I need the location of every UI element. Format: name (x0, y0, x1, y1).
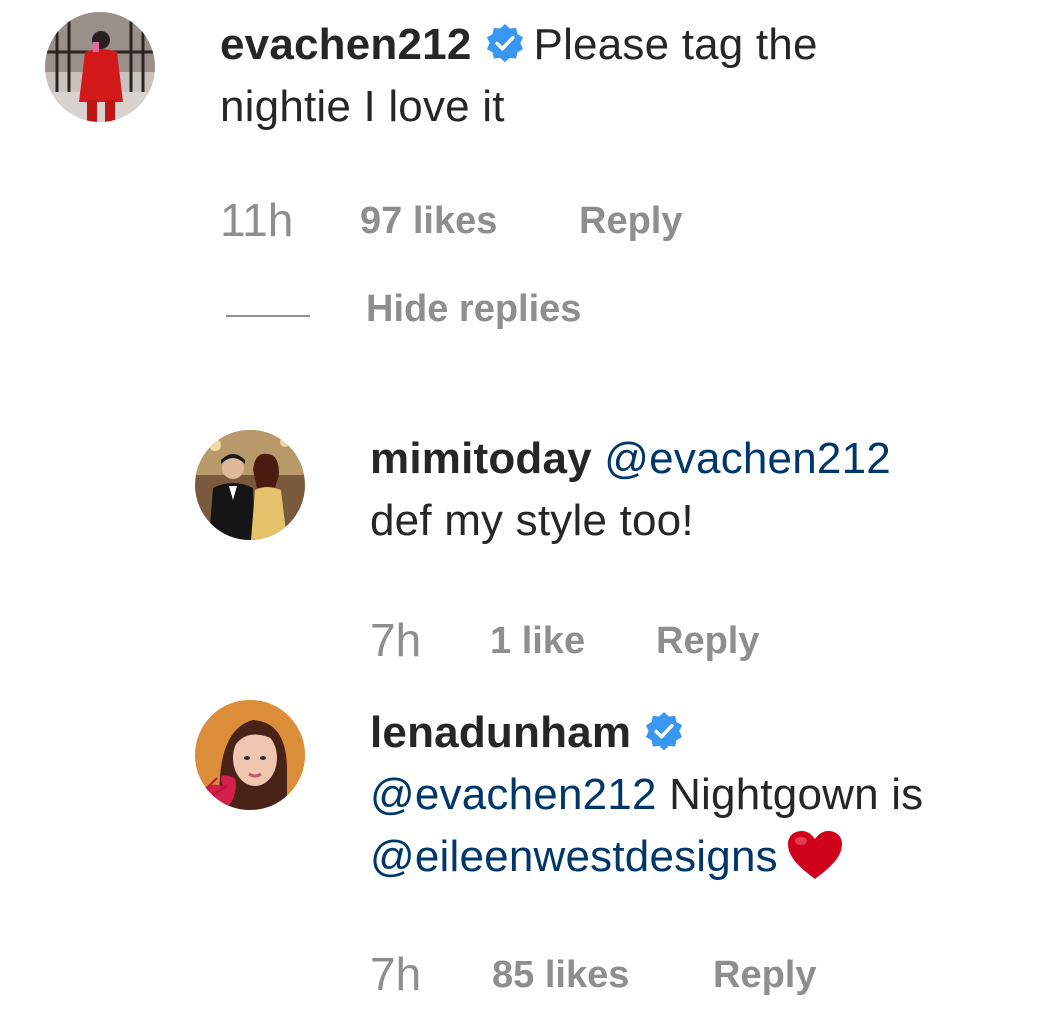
mention-link[interactable]: @evachen212 (604, 434, 891, 483)
reply-time: 7h (370, 614, 422, 666)
reply-time: 7h (370, 948, 422, 1000)
comment-body-line-2: nightie I love it (220, 82, 505, 131)
reply-text: lenadunham @evachen212 Nightgown is @eil… (370, 702, 1030, 888)
likes-count[interactable]: 85 likes (492, 954, 629, 997)
heart-emoji-icon (787, 831, 842, 879)
avatar-image-evachen212 (45, 12, 155, 122)
reply-body: Nightgown is (669, 770, 924, 819)
avatar[interactable] (195, 430, 305, 540)
avatar[interactable] (195, 700, 305, 810)
comment-text: evachen212 Please tag the nightie I love… (220, 14, 1020, 138)
reply-button[interactable]: Reply (713, 954, 816, 997)
reply-button[interactable]: Reply (579, 200, 682, 243)
comment-meta: 11h 97 likes Reply (220, 194, 920, 256)
verified-badge-icon (646, 712, 683, 751)
likes-count[interactable]: 97 likes (360, 200, 497, 243)
reply-meta: 7h 85 likes Reply (370, 948, 970, 1010)
hide-replies-button[interactable]: Hide replies (226, 288, 646, 338)
hide-replies-label: Hide replies (366, 288, 582, 330)
comment-evachen212: evachen212 Please tag the nightie I love… (0, 0, 1042, 260)
comment-time: 11h (220, 194, 294, 246)
username[interactable]: lenadunham (370, 708, 631, 757)
divider-line (226, 315, 310, 317)
reply-mimitoday: mimitoday @evachen212 def my style too! … (0, 420, 1042, 680)
reply-body: def my style too! (370, 496, 694, 545)
mention-link-2[interactable]: @eileenwestdesigns (370, 832, 778, 881)
username[interactable]: mimitoday (370, 434, 592, 483)
reply-lenadunham: lenadunham @evachen212 Nightgown is @eil… (0, 700, 1042, 1016)
avatar-image-lenadunham (195, 700, 305, 810)
mention-link[interactable]: @evachen212 (370, 770, 657, 819)
avatar[interactable] (45, 12, 155, 122)
username[interactable]: evachen212 (220, 20, 472, 69)
avatar-image-mimitoday (195, 430, 305, 540)
reply-text: mimitoday @evachen212 def my style too! (370, 428, 1020, 552)
reply-button[interactable]: Reply (656, 620, 759, 663)
comment-body: Please tag the (533, 20, 818, 69)
reply-meta: 7h 1 like Reply (370, 614, 970, 676)
verified-badge-icon (486, 24, 523, 63)
likes-count[interactable]: 1 like (490, 620, 585, 663)
